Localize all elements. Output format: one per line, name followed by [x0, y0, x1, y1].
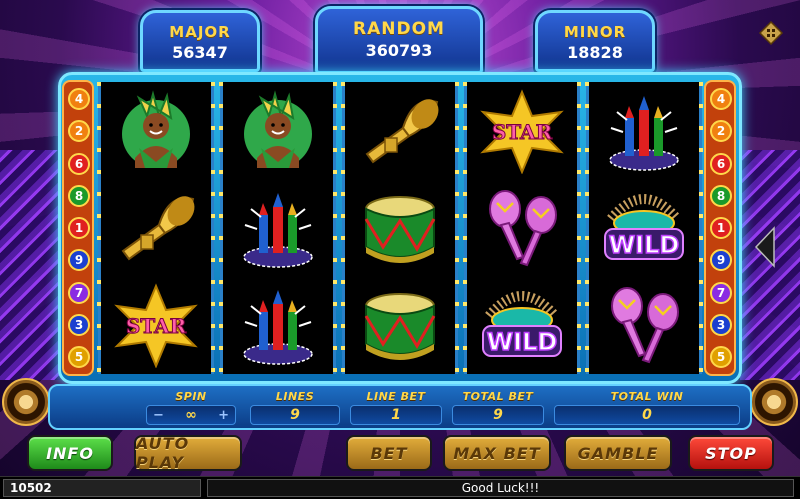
payline-markers-right: 4 2 6 8 1 9 7 3 5	[704, 80, 736, 376]
max-bet-button[interactable]: MAX BET	[443, 435, 551, 471]
lines-value: 9	[250, 405, 340, 425]
symbol-dancer-icon	[109, 88, 203, 174]
info-button[interactable]: INFO	[27, 435, 113, 471]
payline-marker-left: 1	[68, 217, 90, 239]
status-message: Good Luck!!!	[207, 479, 794, 497]
payline-marker-left: 5	[68, 346, 90, 368]
jackpot-major-label: MAJOR	[169, 23, 231, 41]
status-bar: 10502 Good Luck!!!	[0, 476, 800, 499]
payline-marker-right: 8	[710, 184, 732, 207]
speaker-right-icon	[750, 378, 798, 426]
symbol-star-icon: STAR	[475, 88, 569, 175]
jackpot-random-label: RANDOM	[353, 19, 445, 39]
jackpot-random-value: 360793	[365, 41, 433, 60]
spin-label: SPIN	[175, 390, 207, 403]
payline-marker-right: 6	[710, 152, 732, 175]
symbol-wild-icon: WILD	[475, 282, 569, 368]
spin-field: SPIN − ∞ +	[146, 390, 236, 425]
total-win-value: 0	[554, 405, 740, 425]
jackpot-minor: MINOR 18828	[535, 10, 655, 72]
jackpot-major-value: 56347	[172, 43, 228, 62]
symbol-trumpet-icon	[109, 185, 203, 271]
total-win-field: TOTAL WIN 0	[554, 390, 740, 425]
total-win-label: TOTAL WIN	[610, 390, 684, 403]
symbol-fireworks-icon	[231, 185, 325, 271]
payline-markers-left: 4 2 6 8 1 9 7 3 5	[62, 80, 94, 376]
symbol-fireworks-icon	[597, 88, 691, 174]
reel-1: STAR	[97, 82, 215, 374]
auto-play-button[interactable]: AUTO PLAY	[134, 434, 242, 472]
line-bet-field: LINE BET 1	[350, 390, 442, 425]
credit-balance: 10502	[3, 479, 201, 497]
symbol-wild-icon: WILD	[597, 185, 691, 271]
reel-2	[219, 82, 337, 374]
reel-3	[341, 82, 459, 374]
payline-marker-left: 4	[68, 88, 90, 110]
payline-marker-left: 2	[68, 120, 90, 143]
reel-5: WILD	[585, 82, 703, 374]
symbol-fireworks-icon	[231, 282, 325, 368]
speaker-left-icon	[2, 378, 50, 426]
game-stage: MAJOR 56347 RANDOM 360793 MINOR 18828 42…	[0, 0, 800, 499]
jackpot-minor-label: MINOR	[563, 23, 627, 41]
payline-marker-right: 7	[710, 281, 732, 304]
symbol-maracas-icon	[475, 185, 569, 271]
symbol-star-icon: STAR	[109, 282, 203, 369]
total-bet-label: TOTAL BET	[462, 390, 534, 403]
control-panel: SPIN − ∞ + LINES 9 LINE BET 1 TOTAL BET …	[48, 384, 752, 430]
symbol-star-text: STAR	[126, 314, 187, 338]
payline-marker-left: 6	[68, 152, 90, 175]
payline-marker-right: 2	[710, 120, 732, 143]
jackpot-major: MAJOR 56347	[140, 10, 260, 72]
total-bet-value: 9	[452, 405, 544, 425]
symbol-wild-text: WILD	[487, 328, 558, 356]
symbol-trumpet-icon	[353, 88, 447, 174]
left-decoration	[0, 150, 60, 380]
gamble-button[interactable]: GAMBLE	[564, 435, 672, 471]
symbol-star-text: STAR	[492, 120, 553, 144]
arrow-left-icon[interactable]	[752, 226, 778, 268]
symbol-dancer-icon	[231, 88, 325, 174]
lines-label: LINES	[275, 390, 315, 403]
symbol-drum-icon	[353, 282, 447, 368]
payline-marker-right: 5	[710, 346, 732, 368]
line-bet-label: LINE BET	[366, 390, 426, 403]
menu-icon[interactable]	[758, 20, 784, 46]
spin-value: ∞	[185, 407, 197, 423]
symbol-wild-text: WILD	[609, 231, 680, 259]
bet-button[interactable]: BET	[346, 435, 432, 471]
spin-minus-button[interactable]: −	[153, 408, 164, 423]
reel-4: STAR WILD	[463, 82, 581, 374]
payline-marker-right: 9	[710, 249, 732, 272]
payline-marker-left: 9	[68, 249, 90, 272]
symbol-drum-icon	[353, 185, 447, 271]
line-bet-value: 1	[350, 405, 442, 425]
payline-marker-right: 4	[710, 88, 732, 110]
reels: STAR STAR WILD WILD	[97, 82, 703, 374]
payline-marker-right: 3	[710, 313, 732, 336]
payline-marker-left: 3	[68, 313, 90, 336]
jackpot-minor-value: 18828	[567, 43, 623, 62]
spin-value-box: − ∞ +	[146, 405, 236, 425]
spin-plus-button[interactable]: +	[218, 408, 229, 423]
payline-marker-left: 8	[68, 184, 90, 207]
payline-marker-left: 7	[68, 281, 90, 304]
stop-button[interactable]: STOP	[688, 435, 774, 471]
jackpot-random: RANDOM 360793	[315, 6, 483, 74]
payline-marker-right: 1	[710, 217, 732, 239]
symbol-maracas-icon	[597, 282, 691, 368]
lines-field: LINES 9	[250, 390, 340, 425]
total-bet-field: TOTAL BET 9	[452, 390, 544, 425]
